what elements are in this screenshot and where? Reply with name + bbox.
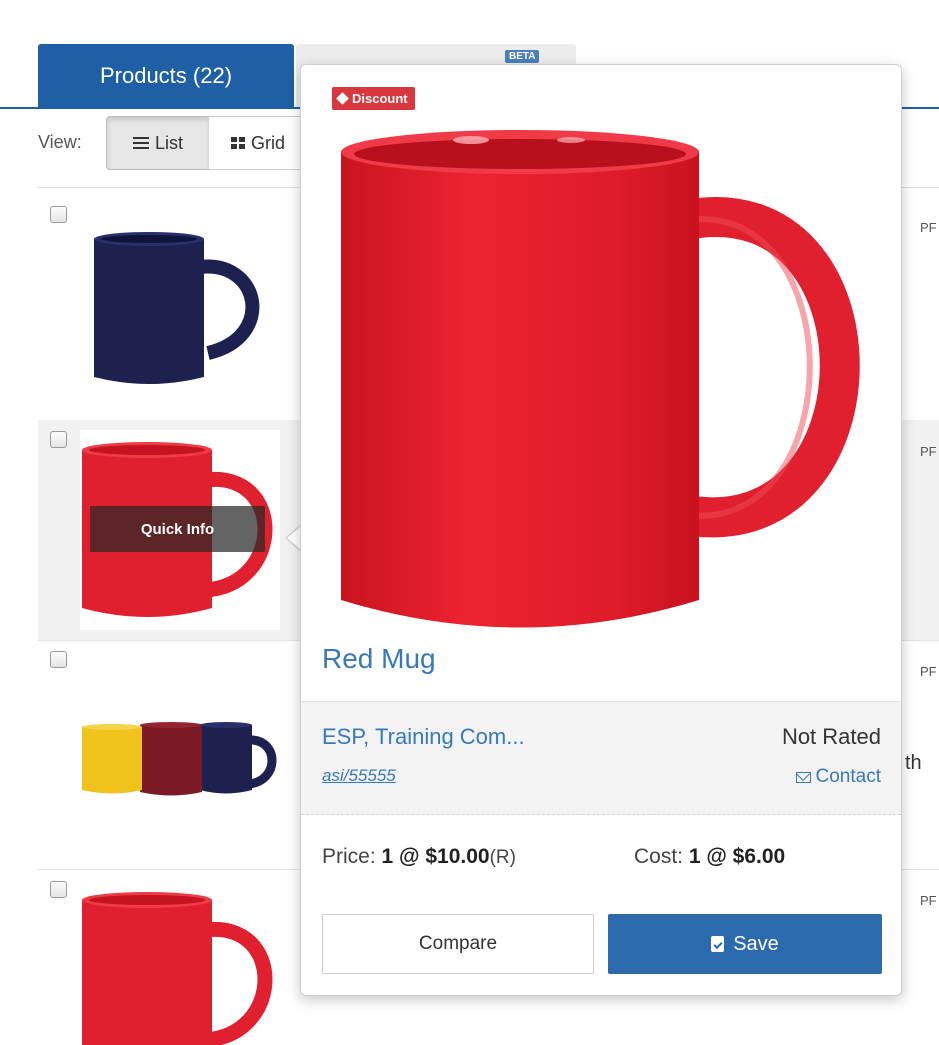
product-checkbox[interactable] bbox=[50, 881, 67, 898]
row-truncated-text: th bbox=[905, 752, 922, 774]
contact-label: Contact bbox=[815, 766, 881, 787]
quick-info-popover: Discount Red Mug ESP, Training Com... as… bbox=[300, 64, 902, 996]
discount-badge: Discount bbox=[332, 87, 415, 110]
clipboard-check-icon bbox=[711, 936, 725, 952]
save-button[interactable]: Save bbox=[608, 914, 882, 974]
list-view-label: List bbox=[154, 132, 183, 153]
price-suffix: (R) bbox=[489, 847, 516, 868]
price-value: 1 @ $10.00 bbox=[381, 845, 490, 868]
compare-button[interactable]: Compare bbox=[322, 914, 594, 974]
grid-view-button[interactable]: Grid bbox=[209, 116, 309, 170]
tag-icon bbox=[336, 92, 349, 105]
envelope-icon bbox=[795, 771, 811, 783]
product-title[interactable]: Red Mug bbox=[322, 643, 436, 675]
grid-view-label: Grid bbox=[251, 132, 286, 153]
save-label: Save bbox=[733, 932, 779, 955]
view-label: View: bbox=[38, 132, 82, 152]
cost-value: 1 @ $6.00 bbox=[688, 845, 786, 868]
cost-line: Cost: 1 @ $6.00 bbox=[634, 845, 785, 869]
product-thumbnail[interactable] bbox=[80, 880, 280, 1045]
row-edge-text: PF bbox=[920, 220, 937, 235]
discount-label: Discount bbox=[352, 91, 408, 106]
row-edge-text: PF bbox=[920, 664, 937, 679]
rating-text: Not Rated bbox=[781, 724, 881, 749]
grid-icon bbox=[231, 137, 245, 149]
product-thumbnail[interactable] bbox=[80, 660, 280, 860]
tab-products-label: Products (22) bbox=[99, 62, 233, 88]
contact-link[interactable]: Contact bbox=[795, 766, 881, 788]
list-icon bbox=[132, 137, 149, 149]
cost-label: Cost: bbox=[634, 845, 689, 868]
beta-badge: BETA bbox=[505, 50, 540, 63]
supplier-info: ESP, Training Com... asi/55555 Not Rated… bbox=[301, 701, 901, 815]
row-edge-text: PF bbox=[920, 444, 937, 459]
popover-arrow-inner bbox=[287, 526, 301, 550]
asi-link[interactable]: asi/55555 bbox=[322, 766, 396, 786]
product-image[interactable] bbox=[331, 120, 871, 660]
supplier-name[interactable]: ESP, Training Com... bbox=[322, 724, 525, 750]
compare-label: Compare bbox=[418, 933, 498, 954]
price-label: Price: bbox=[322, 845, 382, 868]
product-checkbox[interactable] bbox=[50, 431, 67, 448]
quick-info-button[interactable]: Quick Info bbox=[90, 506, 265, 552]
product-checkbox[interactable] bbox=[50, 651, 67, 668]
quick-info-label: Quick Info bbox=[140, 520, 215, 538]
product-checkbox[interactable] bbox=[50, 206, 67, 223]
price-line: Price: 1 @ $10.00(R) bbox=[322, 845, 516, 869]
list-view-button[interactable]: List bbox=[106, 116, 210, 170]
tab-products[interactable]: Products (22) bbox=[38, 44, 294, 107]
row-edge-text: PF bbox=[920, 893, 937, 908]
product-thumbnail[interactable] bbox=[80, 205, 280, 405]
